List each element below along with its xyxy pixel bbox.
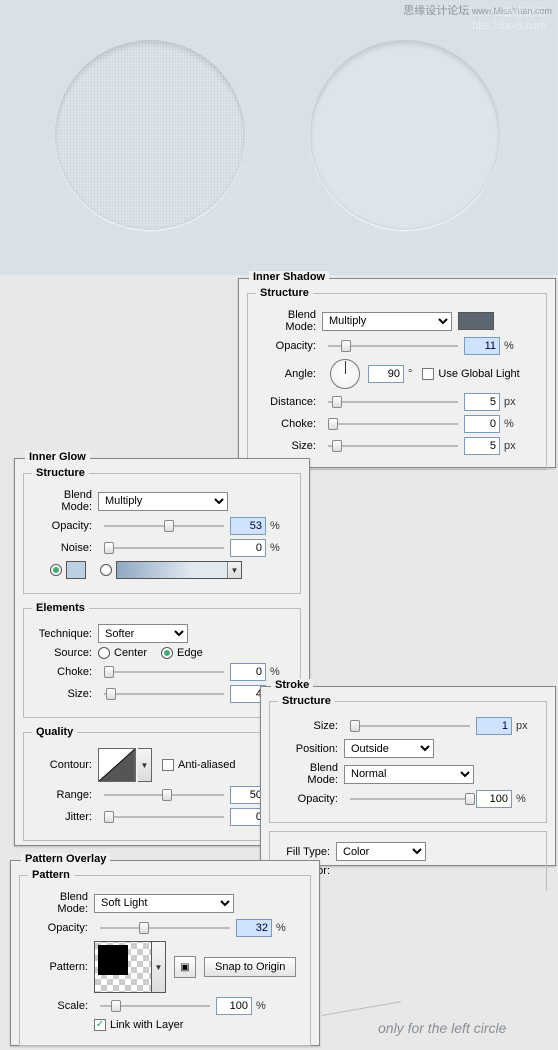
noise-input[interactable]: [230, 539, 266, 557]
glow-color-radio[interactable]: [50, 564, 62, 576]
choke-label: Choke:: [256, 418, 322, 430]
angle-dial[interactable]: [330, 359, 360, 389]
antialiased-checkbox[interactable]: [162, 759, 174, 771]
size-label: Size:: [256, 440, 322, 452]
choke-input[interactable]: [464, 415, 500, 433]
fill-type-select[interactable]: Color: [336, 842, 426, 861]
opacity-label: Opacity:: [256, 340, 322, 352]
choke-slider[interactable]: [104, 663, 224, 681]
distance-slider[interactable]: [328, 393, 458, 411]
shadow-color-swatch[interactable]: [458, 312, 494, 330]
use-global-light-checkbox[interactable]: [422, 368, 434, 380]
annotation-line: [322, 1001, 401, 1016]
blend-mode-label: Blend Mode:: [256, 309, 322, 333]
distance-input[interactable]: [464, 393, 500, 411]
opacity-slider[interactable]: [328, 337, 458, 355]
opacity-input[interactable]: [236, 919, 272, 937]
pattern-dropdown[interactable]: ▼: [152, 941, 166, 993]
range-slider[interactable]: [104, 786, 224, 804]
size-slider[interactable]: [350, 717, 470, 735]
size-input[interactable]: [464, 437, 500, 455]
scale-slider[interactable]: [100, 997, 210, 1015]
size-input[interactable]: [476, 717, 512, 735]
structure-group: Structure Size: px Position: Outside Ble…: [269, 695, 547, 823]
choke-slider[interactable]: [328, 415, 458, 433]
scale-input[interactable]: [216, 997, 252, 1015]
noise-slider[interactable]: [104, 539, 224, 557]
blend-mode-select[interactable]: Multiply: [98, 492, 228, 511]
use-global-light-label: Use Global Light: [438, 368, 519, 380]
pattern-group: Pattern Blend Mode: Soft Light Opacity: …: [19, 869, 311, 1046]
angle-label: Angle:: [256, 368, 322, 380]
opacity-slider[interactable]: [350, 790, 470, 808]
panel-title: Inner Shadow: [249, 271, 329, 283]
preview-circle-right: [310, 40, 500, 230]
position-select[interactable]: Outside: [344, 739, 434, 758]
annotation-text: only for the left circle: [378, 1020, 506, 1036]
choke-input[interactable]: [230, 663, 266, 681]
watermark: 思缘设计论坛 www.MissYuan.com PS教程论坛bbs.16xx8.…: [403, 2, 552, 18]
panel-title: Inner Glow: [25, 451, 90, 463]
angle-input[interactable]: [368, 365, 404, 383]
preview-circle-left: [55, 40, 245, 230]
pattern-picker[interactable]: [94, 941, 152, 993]
group-legend: Structure: [256, 287, 313, 299]
glow-color-swatch[interactable]: [66, 561, 86, 579]
contour-picker[interactable]: [98, 748, 136, 782]
panel-title: Pattern Overlay: [21, 853, 110, 865]
link-with-layer-checkbox[interactable]: [94, 1019, 106, 1031]
glow-gradient-picker[interactable]: ▼: [116, 561, 242, 579]
structure-group: Structure Blend Mode: Multiply Opacity: …: [247, 287, 547, 470]
preview-area: 思缘设计论坛 www.MissYuan.com PS教程论坛bbs.16xx8.…: [0, 0, 558, 275]
opacity-slider[interactable]: [100, 919, 230, 937]
jitter-slider[interactable]: [104, 808, 224, 826]
distance-label: Distance:: [256, 396, 322, 408]
glow-gradient-radio[interactable]: [100, 564, 112, 576]
inner-shadow-panel: Inner Shadow Structure Blend Mode: Multi…: [238, 278, 556, 468]
opacity-slider[interactable]: [104, 517, 224, 535]
panel-title: Stroke: [271, 679, 313, 691]
pattern-overlay-panel: Pattern Overlay Pattern Blend Mode: Soft…: [10, 860, 320, 1046]
stroke-panel: Stroke Structure Size: px Position: Outs…: [260, 686, 556, 866]
snap-to-origin-button[interactable]: Snap to Origin: [204, 957, 296, 977]
opacity-input[interactable]: [476, 790, 512, 808]
opacity-input[interactable]: [464, 337, 500, 355]
technique-select[interactable]: Softer: [98, 624, 188, 643]
new-preset-icon[interactable]: ▣: [174, 956, 196, 978]
blend-mode-select[interactable]: Multiply: [322, 312, 452, 331]
contour-dropdown[interactable]: ▼: [138, 748, 152, 782]
size-slider[interactable]: [104, 685, 224, 703]
blend-mode-select[interactable]: Normal: [344, 765, 474, 784]
opacity-input[interactable]: [230, 517, 266, 535]
structure-group: Structure Blend Mode: Multiply Opacity: …: [23, 467, 301, 594]
size-slider[interactable]: [328, 437, 458, 455]
source-edge-radio[interactable]: [161, 647, 173, 659]
source-center-radio[interactable]: [98, 647, 110, 659]
blend-mode-select[interactable]: Soft Light: [94, 894, 234, 913]
